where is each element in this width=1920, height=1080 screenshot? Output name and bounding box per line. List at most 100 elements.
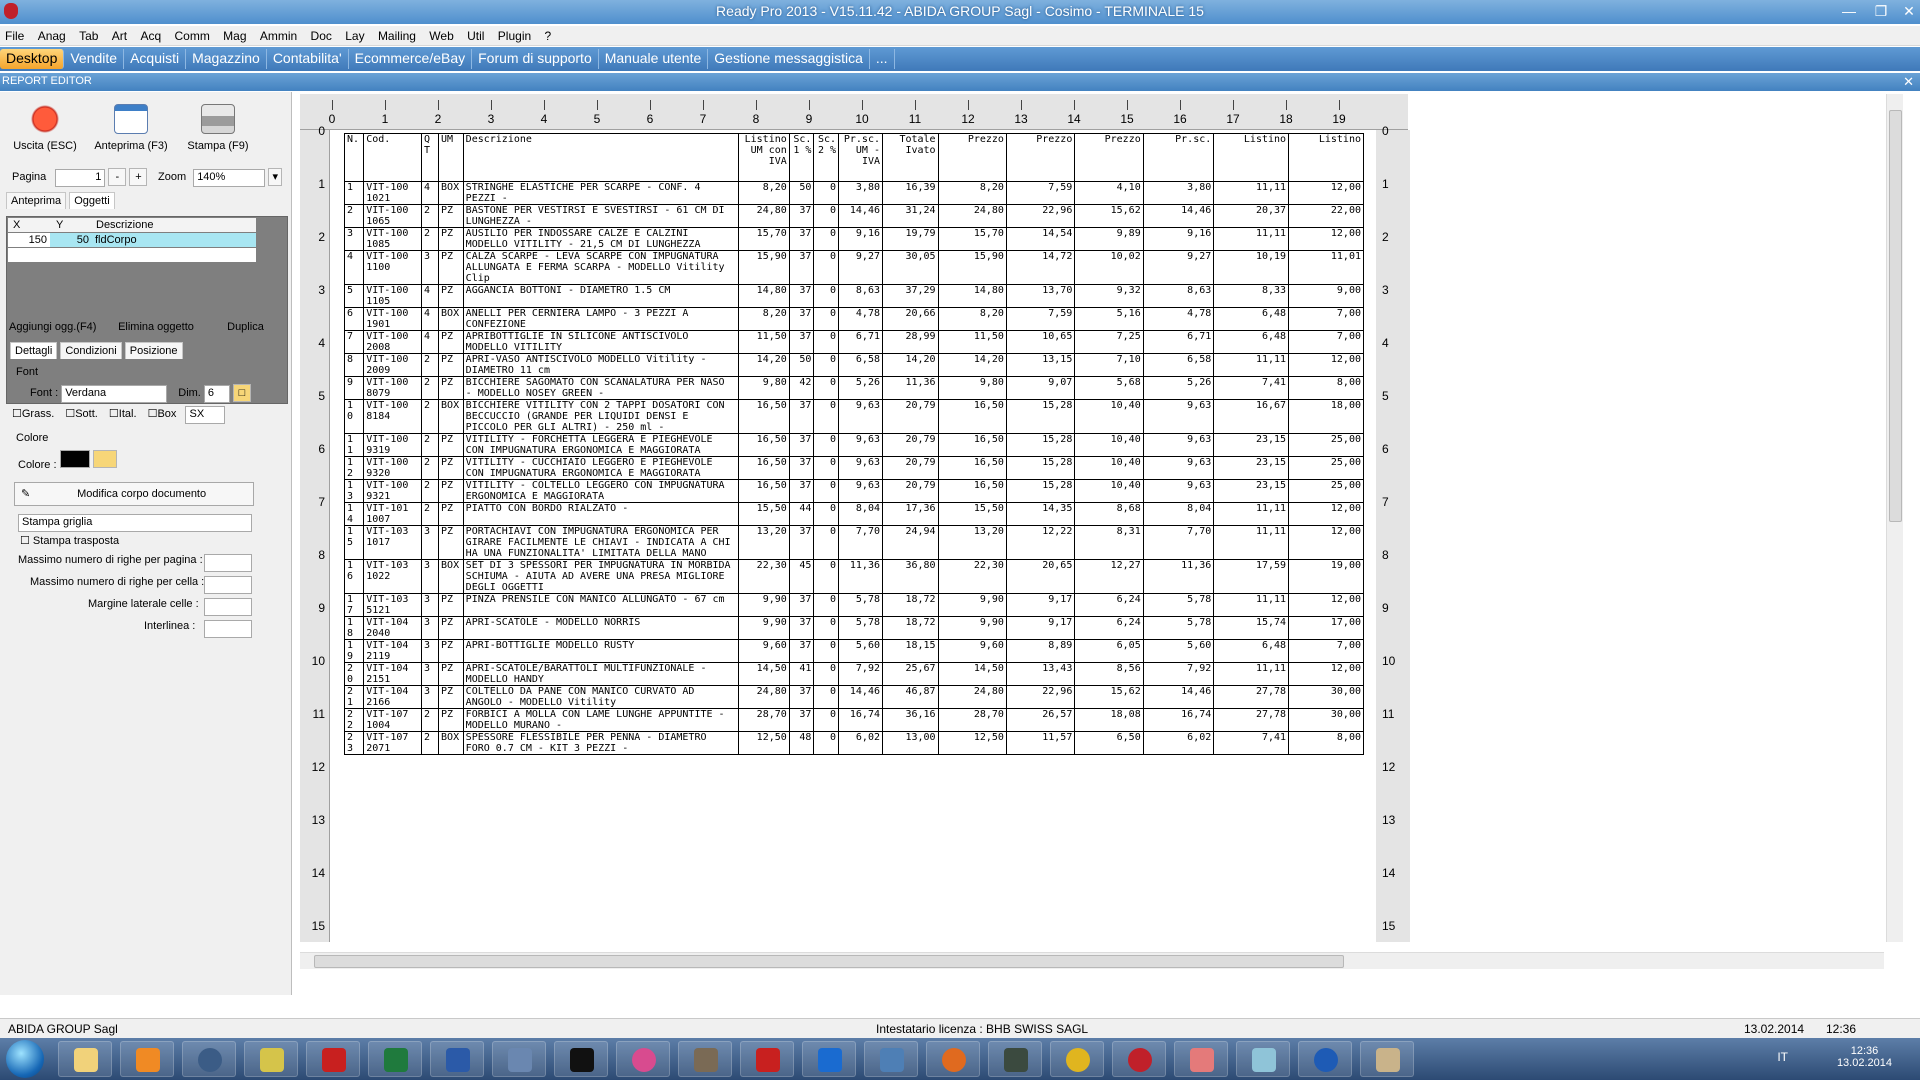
chevron-down-icon[interactable]: ▾ xyxy=(268,168,283,186)
tab-contabilita[interactable]: Contabilita' xyxy=(267,49,349,69)
tab-acquisti[interactable]: Acquisti xyxy=(124,49,187,69)
menu-art[interactable]: Art xyxy=(107,26,132,46)
minimize-icon[interactable]: — xyxy=(1838,2,1860,20)
readypro-taskbar-icon[interactable] xyxy=(1112,1041,1166,1077)
word-taskbar-icon[interactable] xyxy=(430,1041,484,1077)
menu-util[interactable]: Util xyxy=(462,26,489,46)
picasa-taskbar-icon[interactable] xyxy=(616,1041,670,1077)
tab-vendite[interactable]: Vendite xyxy=(64,49,125,69)
skype-taskbar-icon[interactable] xyxy=(1298,1041,1352,1077)
close-icon[interactable]: ✕ xyxy=(1898,2,1920,20)
menu-plugin[interactable]: Plugin xyxy=(493,26,536,46)
bold-checkbox[interactable]: ☐Grass. xyxy=(12,408,54,420)
print-button[interactable]: Stampa (F9) xyxy=(180,96,256,160)
report-cell: 16,50 xyxy=(937,456,1007,480)
acrobat-taskbar-icon[interactable] xyxy=(740,1041,794,1077)
horizontal-scrollbar[interactable] xyxy=(300,952,1884,969)
tab-manuale[interactable]: Manuale utente xyxy=(599,49,709,69)
italic-checkbox[interactable]: ☐Ital. xyxy=(109,408,137,420)
explorer-taskbar-icon[interactable] xyxy=(58,1041,112,1077)
folder-icon[interactable]: □ xyxy=(232,384,251,402)
font-input[interactable]: Verdana xyxy=(61,385,168,403)
teamviewer-taskbar-icon[interactable] xyxy=(802,1041,856,1077)
gimp-taskbar-icon[interactable] xyxy=(678,1041,732,1077)
menu-web[interactable]: Web xyxy=(424,26,458,46)
page-increment-button[interactable]: + xyxy=(129,168,148,186)
tab-condizioni[interactable]: Condizioni xyxy=(60,342,122,359)
grid-print-select[interactable]: Stampa griglia xyxy=(18,514,252,532)
page-input[interactable]: 1 xyxy=(55,169,106,187)
filezilla-taskbar-icon[interactable] xyxy=(306,1041,360,1077)
firefox-taskbar-icon[interactable] xyxy=(926,1041,980,1077)
paint-taskbar-icon[interactable] xyxy=(1360,1041,1414,1077)
menu-help[interactable]: ? xyxy=(540,26,557,46)
tab-oggetti[interactable]: Oggetti xyxy=(69,192,115,209)
vertical-scrollbar[interactable] xyxy=(1886,94,1903,942)
row-descrizione-value[interactable]: fldCorpo xyxy=(92,233,256,247)
menu-mag[interactable]: Mag xyxy=(218,26,251,46)
tab-more[interactable]: ... xyxy=(870,49,895,69)
report-cell: VIT-100 2009 xyxy=(363,353,422,377)
taskbar-clock[interactable]: 12:36 13.02.2014 xyxy=(1837,1045,1892,1069)
tab-magazzino[interactable]: Magazzino xyxy=(186,49,267,69)
tab-desktop[interactable]: Desktop xyxy=(0,49,65,69)
preview-button[interactable]: Anteprima (F3) xyxy=(90,96,172,160)
menu-file[interactable]: File xyxy=(0,26,29,46)
palette-icon[interactable] xyxy=(92,450,117,468)
language-indicator[interactable]: IT xyxy=(1777,1050,1788,1064)
delete-object-button[interactable]: Elimina oggetto xyxy=(115,320,213,338)
duplicate-button[interactable]: Duplica xyxy=(224,320,274,338)
max-rows-input[interactable] xyxy=(204,554,252,572)
row-y-value[interactable]: 50 xyxy=(50,233,92,247)
network-taskbar-icon[interactable] xyxy=(492,1041,546,1077)
media-taskbar-icon[interactable] xyxy=(120,1041,174,1077)
add-object-button[interactable]: Aggiungi ogg.(F4) xyxy=(6,320,104,338)
tab-anteprima[interactable]: Anteprima xyxy=(6,192,67,209)
zoom-select[interactable]: 140% xyxy=(193,169,266,187)
vertical-scroll-thumb[interactable] xyxy=(1889,110,1902,522)
tab-ecommerce[interactable]: Ecommerce/eBay xyxy=(349,49,473,69)
ruler-number: 8 xyxy=(1382,548,1389,562)
menu-comm[interactable]: Comm xyxy=(169,26,214,46)
size-input[interactable]: 6 xyxy=(203,385,230,403)
notes-taskbar-icon[interactable] xyxy=(1236,1041,1290,1077)
tab-dettagli[interactable]: Dettagli xyxy=(10,342,58,359)
chrome-taskbar-icon[interactable] xyxy=(1050,1041,1104,1077)
tab-posizione[interactable]: Posizione xyxy=(124,342,183,359)
remote-taskbar-icon[interactable] xyxy=(864,1041,918,1077)
close-editor-icon[interactable]: ✕ xyxy=(1903,74,1914,90)
margin-input[interactable] xyxy=(204,598,252,616)
report-canvas[interactable]: N. Cod. Q T UM Descrizione Listino UM con IVA… xyxy=(330,130,1376,942)
menu-acq[interactable]: Acq xyxy=(135,26,166,46)
excel-taskbar-icon[interactable] xyxy=(368,1041,422,1077)
menu-tab[interactable]: Tab xyxy=(74,26,103,46)
pm-taskbar-icon[interactable] xyxy=(554,1041,608,1077)
underline-checkbox[interactable]: ☐Sott. xyxy=(65,408,98,420)
tab-messaggistica[interactable]: Gestione messaggistica xyxy=(708,49,870,69)
tab-forum[interactable]: Forum di supporto xyxy=(472,49,599,69)
align-select[interactable]: SX xyxy=(185,406,226,424)
modify-body-button[interactable]: ✎ Modifica corpo documento xyxy=(14,482,254,506)
menu-ammin[interactable]: Ammin xyxy=(255,26,302,46)
max-lines-input[interactable] xyxy=(204,576,252,594)
transposed-checkbox[interactable]: ☐ Stampa trasposta xyxy=(20,534,119,547)
eraser-taskbar-icon[interactable] xyxy=(1174,1041,1228,1077)
hp-taskbar-icon[interactable] xyxy=(182,1041,236,1077)
horizontal-scroll-thumb[interactable] xyxy=(314,955,1344,968)
console-taskbar-icon[interactable] xyxy=(988,1041,1042,1077)
line-spacing-input[interactable] xyxy=(204,620,252,638)
report-cell: 13,70 xyxy=(1005,284,1076,308)
menu-lay[interactable]: Lay xyxy=(340,26,369,46)
menu-anag[interactable]: Anag xyxy=(33,26,71,46)
start-icon[interactable] xyxy=(6,1040,44,1078)
page-decrement-button[interactable]: - xyxy=(108,168,127,186)
menu-doc[interactable]: Doc xyxy=(306,26,337,46)
restore-icon[interactable]: ❐ xyxy=(1870,2,1892,20)
row-x-value[interactable]: 150 xyxy=(8,233,50,247)
box-checkbox[interactable]: ☐Box xyxy=(148,408,177,420)
report-cell: 9,90 xyxy=(738,616,790,640)
exit-button[interactable]: Uscita (ESC) xyxy=(8,96,82,160)
color-swatch[interactable] xyxy=(59,450,90,468)
app-taskbar-icon[interactable] xyxy=(244,1041,298,1077)
menu-mailing[interactable]: Mailing xyxy=(373,26,421,46)
